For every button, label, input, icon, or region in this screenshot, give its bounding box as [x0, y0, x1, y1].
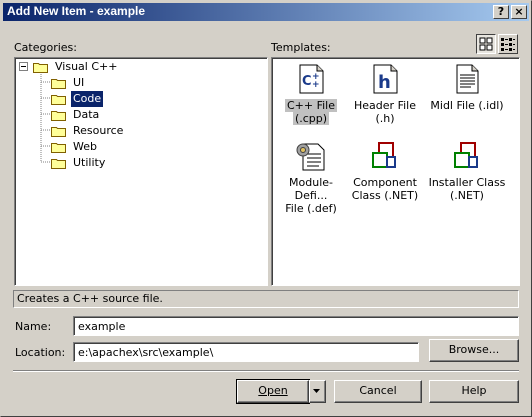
small-icons-view-button[interactable]	[498, 34, 518, 54]
template-module-definition[interactable]: Module-Defi... File (.def)	[274, 140, 348, 215]
open-button-label: Open	[258, 384, 288, 397]
cancel-button[interactable]: Cancel	[334, 380, 422, 403]
description-status: Creates a C++ source file.	[13, 290, 519, 308]
tree-label-resource: Resource	[73, 124, 124, 137]
cpp-file-icon: C + +	[299, 64, 324, 94]
tree-item-resource[interactable]: Resource	[51, 123, 201, 139]
template-cpp-line1: C++ File	[284, 99, 338, 112]
tree-item-utility[interactable]: Utility	[51, 155, 201, 171]
header-file-icon: h	[373, 64, 398, 94]
installer-class-icon	[454, 142, 478, 168]
svg-text:+: +	[312, 80, 320, 90]
categories-label: Categories:	[14, 41, 77, 54]
collapse-icon[interactable]	[19, 62, 28, 71]
template-header-line1: Header File	[354, 99, 416, 112]
folder-icon	[51, 127, 66, 137]
tree-item-web[interactable]: Web	[51, 139, 201, 155]
folder-open-icon	[51, 95, 66, 105]
separator	[13, 370, 519, 372]
tree-item-data[interactable]: Data	[51, 107, 201, 123]
templates-list[interactable]: C + + C++ File (.cpp) h Header File (.h)	[271, 57, 520, 286]
dialog-window: Add New Item - example ? × Categories: T…	[0, 0, 532, 417]
svg-text:h: h	[378, 72, 391, 93]
svg-text:C: C	[302, 74, 312, 89]
tree-item-ui[interactable]: UI	[51, 75, 201, 91]
tree-label-code: Code	[71, 91, 104, 107]
location-label: Location:	[15, 346, 66, 359]
template-installer-line2: (.NET)	[450, 189, 484, 202]
folder-icon	[51, 111, 66, 121]
title-bar[interactable]: Add New Item - example ? ×	[3, 3, 529, 21]
template-installer-class[interactable]: Installer Class (.NET)	[422, 140, 512, 202]
help-title-button[interactable]: ?	[493, 5, 509, 19]
midl-file-icon	[456, 64, 479, 94]
template-component-class[interactable]: Component Class (.NET)	[348, 140, 422, 202]
template-module-line1: Module-Defi...	[289, 176, 333, 202]
tree-label-web: Web	[73, 140, 97, 153]
name-input[interactable]	[73, 316, 519, 336]
name-label: Name:	[15, 320, 52, 333]
tree-label-utility: Utility	[73, 156, 106, 169]
categories-tree[interactable]: Visual C++ UI Code Data Resource Web Uti…	[14, 57, 268, 286]
folder-icon	[51, 159, 66, 169]
browse-button[interactable]: Browse...	[429, 339, 519, 362]
template-midl-file[interactable]: Midl File (.idl)	[422, 63, 512, 125]
open-button[interactable]: Open	[236, 379, 310, 404]
template-installer-line1: Installer Class	[428, 176, 506, 189]
folder-open-icon	[33, 63, 48, 73]
tree-item-visual-cpp[interactable]: Visual C++	[19, 59, 259, 75]
dropdown-arrow-icon	[313, 389, 320, 393]
close-button[interactable]: ×	[511, 5, 527, 19]
tree-item-code[interactable]: Code	[51, 91, 201, 107]
component-class-icon	[372, 142, 396, 168]
tree-label-data: Data	[73, 108, 100, 121]
small-icons-icon	[501, 38, 515, 51]
template-module-line2: File (.def)	[285, 202, 337, 215]
template-header-file[interactable]: h Header File (.h)	[348, 63, 422, 125]
open-dropdown-button[interactable]	[309, 380, 326, 403]
location-input[interactable]	[73, 342, 419, 362]
module-definition-icon	[296, 143, 325, 171]
large-icons-view-button[interactable]	[476, 34, 496, 54]
folder-icon	[51, 143, 66, 153]
templates-label: Templates:	[271, 41, 331, 54]
help-button[interactable]: Help	[429, 380, 519, 403]
large-icons-icon	[479, 37, 493, 51]
template-cpp-file[interactable]: C + + C++ File (.cpp)	[274, 63, 348, 125]
window-title: Add New Item - example	[7, 4, 146, 18]
folder-icon	[51, 79, 66, 89]
tree-label-visual-cpp: Visual C++	[55, 60, 118, 73]
template-cpp-line2: (.cpp)	[292, 112, 330, 125]
template-component-line2: Class (.NET)	[351, 189, 419, 202]
template-midl-line1: Midl File (.idl)	[430, 99, 504, 112]
template-header-line2: (.h)	[375, 112, 395, 125]
tree-label-ui: UI	[73, 76, 85, 89]
template-component-line1: Component	[353, 176, 417, 189]
